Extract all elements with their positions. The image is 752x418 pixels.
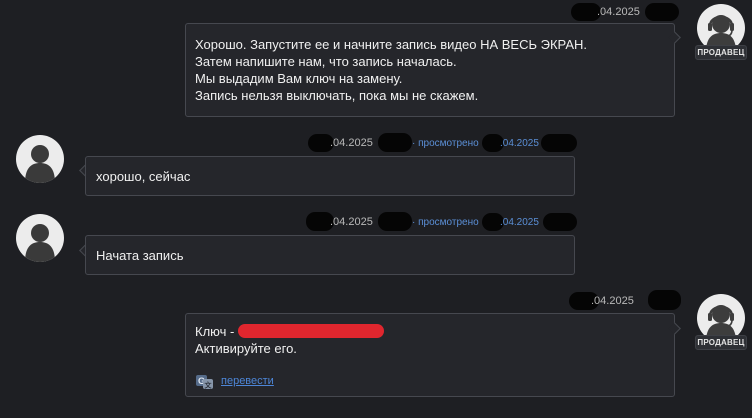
message-line: Хорошо. Запустите ее и начните запись ви… [195,37,588,52]
redaction-blot [645,3,679,21]
redaction-blot [378,212,412,231]
redaction-blot [543,213,577,231]
viewed-status: · просмотрено [412,217,479,228]
message-text: хорошо, сейчас [96,169,191,184]
message-line: Затем напишите нам, что запись началась. [195,54,457,69]
message-date: .04.2025 [330,216,373,228]
message-line: Запись нельзя выключать, пока мы не скаж… [195,88,479,103]
message-bubble: Ключ - Активируйте его. G 文 перевести [185,313,675,397]
message-text: Активируйте его. [195,341,297,356]
redacted-key [238,324,385,338]
message-bubble: Начата запись [85,235,575,275]
message-text: Начата запись [96,248,184,263]
translate-row: G 文 перевести [195,373,664,390]
message-bubble: Хорошо. Запустите ее и начните запись ви… [185,23,675,117]
translate-link[interactable]: перевести [221,373,274,390]
svg-text:文: 文 [205,380,213,389]
redaction-blot [648,290,681,310]
viewed-status: · просмотрено [412,138,479,149]
buyer-avatar[interactable] [16,214,64,262]
viewed-date: .04.2025 [500,217,539,228]
seller-badge: ПРОДАВЕЦ [695,45,747,60]
message-date: .04.2025 [591,295,634,307]
message-line: Мы выдадим Вам ключ на замену. [195,71,403,86]
viewed-date: .04.2025 [500,138,539,149]
message-date: .04.2025 [597,6,640,18]
key-line: Ключ - [195,323,664,340]
seller-badge: ПРОДАВЕЦ [695,335,747,350]
user-icon [25,224,55,262]
translate-icon[interactable]: G 文 [195,374,215,390]
message-bubble: хорошо, сейчас [85,156,575,196]
redaction-blot [378,133,412,152]
message-date: .04.2025 [330,137,373,149]
user-icon [25,145,55,183]
buyer-avatar[interactable] [16,135,64,183]
redaction-blot [541,134,577,152]
key-label: Ключ - [195,324,235,339]
